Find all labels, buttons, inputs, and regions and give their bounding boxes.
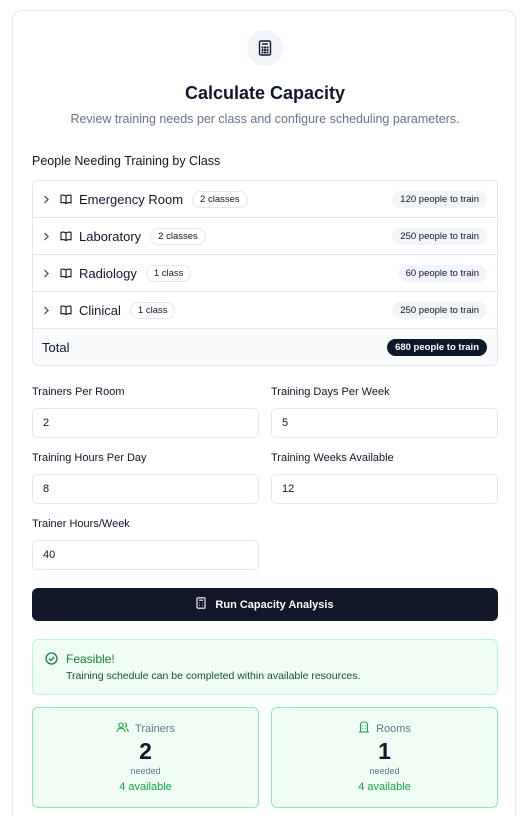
- page-title: Calculate Capacity: [184, 83, 346, 103]
- run-button-label: Run Capacity Analysis: [215, 598, 334, 611]
- classes-list: Emergency Room 2 classes 120 people to t…: [32, 180, 498, 366]
- trainers-per-room-input[interactable]: [32, 408, 259, 438]
- class-row-clinical[interactable]: Clinical 1 class 250 people to train: [33, 292, 497, 329]
- training-days-per-week-input[interactable]: [271, 408, 498, 438]
- class-name: Clinical: [79, 302, 121, 318]
- chevron-right-icon[interactable]: [43, 269, 53, 278]
- book-open-icon: [60, 194, 72, 204]
- class-name: Radiology: [79, 265, 137, 281]
- training-weeks-available-label: Training Weeks Available: [271, 452, 394, 464]
- classes-section-label: People Needing Training by Class: [32, 154, 221, 168]
- book-open-icon: [60, 268, 72, 278]
- feasibility-title: Feasible!: [66, 652, 115, 666]
- building-icon: [358, 720, 370, 738]
- capacity-card: Calculate Capacity Review training needs…: [12, 10, 516, 816]
- training-hours-per-day-label: Training Hours Per Day: [32, 452, 147, 464]
- total-row: Total 680 people to train: [33, 329, 497, 365]
- feasibility-message: Training schedule can be completed withi…: [66, 670, 361, 682]
- class-row-radiology[interactable]: Radiology 1 class 60 people to train: [33, 255, 497, 292]
- total-people-badge: 680 people to train: [387, 339, 487, 356]
- trainers-stat-card: Trainers 2 needed 4 available: [32, 707, 259, 808]
- chevron-right-icon[interactable]: [43, 195, 53, 204]
- trainers-stat-value: 2: [139, 738, 152, 764]
- rooms-needed-label: needed: [369, 766, 400, 776]
- class-row-laboratory[interactable]: Laboratory 2 classes 250 people to train: [33, 218, 497, 255]
- rooms-stat-card: Rooms 1 needed 4 available: [271, 707, 498, 808]
- class-count-badge: 1 class: [129, 301, 176, 319]
- trainers-per-room-label: Trainers Per Room: [32, 386, 125, 398]
- calculator-icon: [247, 30, 283, 66]
- trainer-hours-week-label: Trainer Hours/Week: [32, 518, 130, 530]
- users-icon: [116, 720, 129, 738]
- people-count-badge: 60 people to train: [397, 264, 487, 282]
- feasibility-alert: Feasible! Training schedule can be compl…: [32, 639, 498, 695]
- page-subtitle: Review training needs per class and conf…: [70, 112, 460, 126]
- trainer-hours-week-input[interactable]: [32, 540, 259, 570]
- class-row-emergency-room[interactable]: Emergency Room 2 classes 120 people to t…: [33, 181, 497, 218]
- rooms-stat-label: Rooms: [376, 723, 411, 735]
- chevron-right-icon[interactable]: [43, 232, 53, 241]
- class-name: Emergency Room: [79, 191, 184, 207]
- book-open-icon: [60, 305, 72, 315]
- people-count-badge: 250 people to train: [392, 301, 487, 319]
- people-count-badge: 120 people to train: [392, 190, 487, 208]
- rooms-stat-value: 1: [378, 738, 391, 764]
- class-count-badge: 2 classes: [150, 227, 206, 245]
- class-count-badge: 2 classes: [192, 190, 248, 208]
- class-count-badge: 1 class: [145, 264, 192, 282]
- check-circle-icon: [45, 652, 58, 670]
- rooms-available: 4 available: [358, 781, 411, 793]
- training-hours-per-day-input[interactable]: [32, 474, 259, 504]
- people-count-badge: 250 people to train: [392, 227, 487, 245]
- chevron-right-icon[interactable]: [43, 306, 53, 315]
- training-weeks-available-input[interactable]: [271, 474, 498, 504]
- trainers-stat-label: Trainers: [135, 723, 175, 735]
- class-name: Laboratory: [79, 228, 142, 244]
- training-days-per-week-label: Training Days Per Week: [271, 386, 390, 398]
- total-label: Total: [42, 340, 70, 355]
- book-open-icon: [60, 231, 72, 241]
- trainers-available: 4 available: [119, 781, 172, 793]
- calculator-icon: [196, 597, 206, 612]
- run-capacity-analysis-button[interactable]: Run Capacity Analysis: [32, 588, 498, 621]
- trainers-needed-label: needed: [130, 766, 161, 776]
